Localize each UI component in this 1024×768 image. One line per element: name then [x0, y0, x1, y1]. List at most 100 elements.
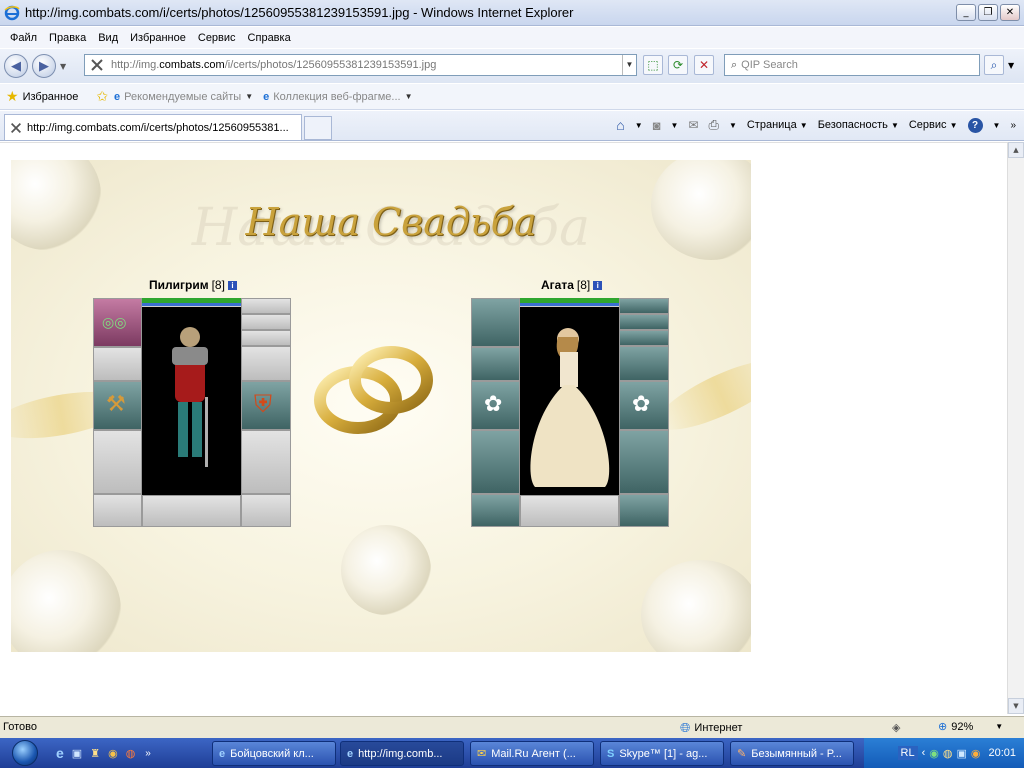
equipment-slot-necklace[interactable]	[619, 314, 669, 330]
tray-app-icon[interactable]: ◍	[943, 747, 953, 760]
equipment-slot-shoes[interactable]	[619, 494, 669, 527]
equipment-slot-cloak[interactable]	[471, 298, 520, 347]
print-dropdown-icon[interactable]: ▼	[729, 121, 737, 130]
info-icon[interactable]: i	[593, 280, 603, 290]
quicklaunch-app-icon[interactable]: ▣	[72, 747, 82, 760]
scroll-down-icon[interactable]: ▼	[1008, 698, 1024, 714]
taskbar-item[interactable]: e Бойцовский кл...	[212, 741, 336, 766]
print-icon[interactable]: ⎙	[709, 117, 719, 133]
equipment-slot-rings[interactable]	[619, 330, 669, 346]
close-button[interactable]: ✕	[1000, 4, 1020, 21]
equipment-slot-gloves-long[interactable]	[619, 346, 669, 381]
menu-tools[interactable]: Сервис	[192, 32, 242, 44]
suggested-sites[interactable]: e Рекомендуемые сайты ▼	[114, 91, 253, 103]
menu-file[interactable]: Файл	[4, 32, 43, 44]
menu-edit[interactable]: Правка	[43, 32, 92, 44]
menu-favorites[interactable]: Избранное	[124, 32, 192, 44]
add-favorite-button[interactable]: ✩	[96, 88, 108, 105]
security-zone[interactable]: 🌐︎ Интернет	[680, 720, 742, 736]
quicklaunch-app-icon[interactable]: ◉	[108, 747, 118, 760]
quicklaunch-app-icon[interactable]: ♜	[90, 747, 100, 760]
taskbar-item[interactable]: ✉ Mail.Ru Агент (...	[470, 741, 594, 766]
home-dropdown-icon[interactable]: ▼	[635, 121, 643, 130]
info-icon[interactable]: i	[227, 280, 237, 290]
web-slice-gallery[interactable]: e Коллекция веб-фрагме... ▼	[263, 91, 412, 103]
compat-view-button[interactable]: ⬚	[643, 55, 663, 75]
vertical-scrollbar[interactable]: ▲ ▼	[1007, 142, 1024, 714]
equipment-slot-belt[interactable]	[471, 494, 520, 527]
equipment-slot-amulet[interactable]: ◎◎	[93, 298, 142, 347]
help-icon[interactable]: ?	[967, 117, 983, 133]
menu-help[interactable]: Справка	[242, 32, 297, 44]
equipment-slot-weapon[interactable]: ⚒	[93, 381, 142, 430]
equipment-slot-boots[interactable]	[241, 494, 291, 527]
tools-menu[interactable]: Сервис ▼	[909, 119, 958, 131]
tray-network-icon[interactable]: ▣	[956, 747, 966, 760]
taskbar-item[interactable]: ✎ Безымянный - P...	[730, 741, 854, 766]
back-button[interactable]: ◀	[4, 54, 28, 78]
equipment-slot-gloves[interactable]	[471, 347, 520, 381]
equipment-slot-earrings[interactable]	[619, 298, 669, 314]
feeds-icon[interactable]: ◙	[653, 118, 661, 133]
wedding-certificate-image: Наша Свадьба Наша Свадьба Пилигрим [8] i…	[11, 160, 751, 652]
equipment-slot-belt[interactable]	[93, 494, 142, 527]
certificate-title: Наша Свадьба	[245, 200, 537, 244]
player-name-right[interactable]: Агата [8] i	[541, 278, 603, 292]
refresh-button[interactable]: ⟳	[668, 55, 688, 75]
menu-bar: Файл Правка Вид Избранное Сервис Справка	[0, 27, 1024, 48]
language-indicator[interactable]: RL	[897, 746, 918, 760]
tray-expand-icon[interactable]: ‹	[922, 747, 926, 759]
safety-menu[interactable]: Безопасность ▼	[818, 119, 899, 131]
search-magnifier-icon: ⌕	[731, 58, 738, 71]
search-go-button[interactable]: ⌕	[984, 55, 1004, 75]
minimize-button[interactable]: _	[956, 4, 976, 21]
stop-button[interactable]: ✕	[694, 55, 714, 75]
help-dropdown-icon[interactable]: ▼	[993, 121, 1001, 130]
taskbar-item-active[interactable]: e http://img.comb...	[340, 741, 464, 766]
ie-app-icon: e	[347, 747, 354, 760]
new-tab-button[interactable]	[304, 116, 332, 140]
tab-current[interactable]: http://img.combats.com/i/certs/photos/12…	[4, 114, 302, 140]
toolbar-overflow-icon[interactable]: »	[1010, 120, 1016, 131]
equipment-slot-earrings[interactable]	[241, 298, 291, 314]
search-input[interactable]: ⌕ QIP Search	[724, 54, 980, 76]
equipment-slot-dress[interactable]	[619, 430, 669, 494]
quicklaunch-app-icon[interactable]: ◍	[126, 747, 136, 760]
equipment-slot-bouquet[interactable]: ✿	[471, 381, 520, 430]
zoom-level: 92%	[951, 720, 974, 733]
favorites-button[interactable]: ★ Избранное	[6, 88, 78, 105]
equipment-slot-legs[interactable]	[241, 430, 291, 494]
quicklaunch-ie-icon[interactable]: e	[56, 745, 64, 761]
protected-mode-icon[interactable]: ◈	[892, 721, 900, 734]
equipment-slot-jacket[interactable]	[471, 430, 520, 494]
forward-button[interactable]: ▶	[32, 54, 56, 78]
address-bar[interactable]: http://img. combats.com/i/certs/photos/12…	[84, 54, 637, 76]
quicklaunch-overflow-icon[interactable]: »	[145, 748, 151, 759]
zoom-control[interactable]: ⊕ 92% ▼	[938, 720, 1003, 734]
page-menu[interactable]: Страница ▼	[747, 119, 808, 131]
knight-figure-icon	[172, 327, 208, 467]
equipment-slot-necklace[interactable]	[241, 314, 291, 330]
feeds-dropdown-icon[interactable]: ▼	[671, 121, 679, 130]
equipment-slot-bouquet-2[interactable]: ✿	[619, 381, 669, 430]
taskbar-item[interactable]: S Skype™ [1] - ag...	[600, 741, 724, 766]
scroll-up-icon[interactable]: ▲	[1008, 142, 1024, 158]
address-dropdown-icon[interactable]: ▼	[622, 55, 636, 75]
player-name-left[interactable]: Пилигрим [8] i	[149, 278, 237, 292]
equipment-slot-rings[interactable]	[241, 330, 291, 346]
equipment-slot-bracers[interactable]	[241, 346, 291, 381]
start-button[interactable]	[0, 738, 50, 768]
home-icon[interactable]: ⌂	[616, 117, 624, 133]
tray-eye-icon[interactable]: ◉	[929, 747, 939, 760]
equipment-slot-gloves[interactable]	[93, 347, 142, 381]
equipment-slot-armor[interactable]	[93, 430, 142, 494]
clock[interactable]: 20:01	[988, 747, 1016, 759]
maximize-button[interactable]: ❐	[978, 4, 998, 21]
search-options-icon[interactable]: ▼	[1008, 61, 1014, 70]
menu-view[interactable]: Вид	[92, 32, 124, 44]
history-dropdown-icon[interactable]: ▼	[60, 62, 66, 71]
tray-app-icon[interactable]: ◉	[971, 747, 981, 760]
address-prefix: http://img.	[111, 59, 160, 71]
mail-icon[interactable]: ✉	[688, 118, 698, 132]
equipment-slot-shield[interactable]: ⛨	[241, 381, 291, 430]
